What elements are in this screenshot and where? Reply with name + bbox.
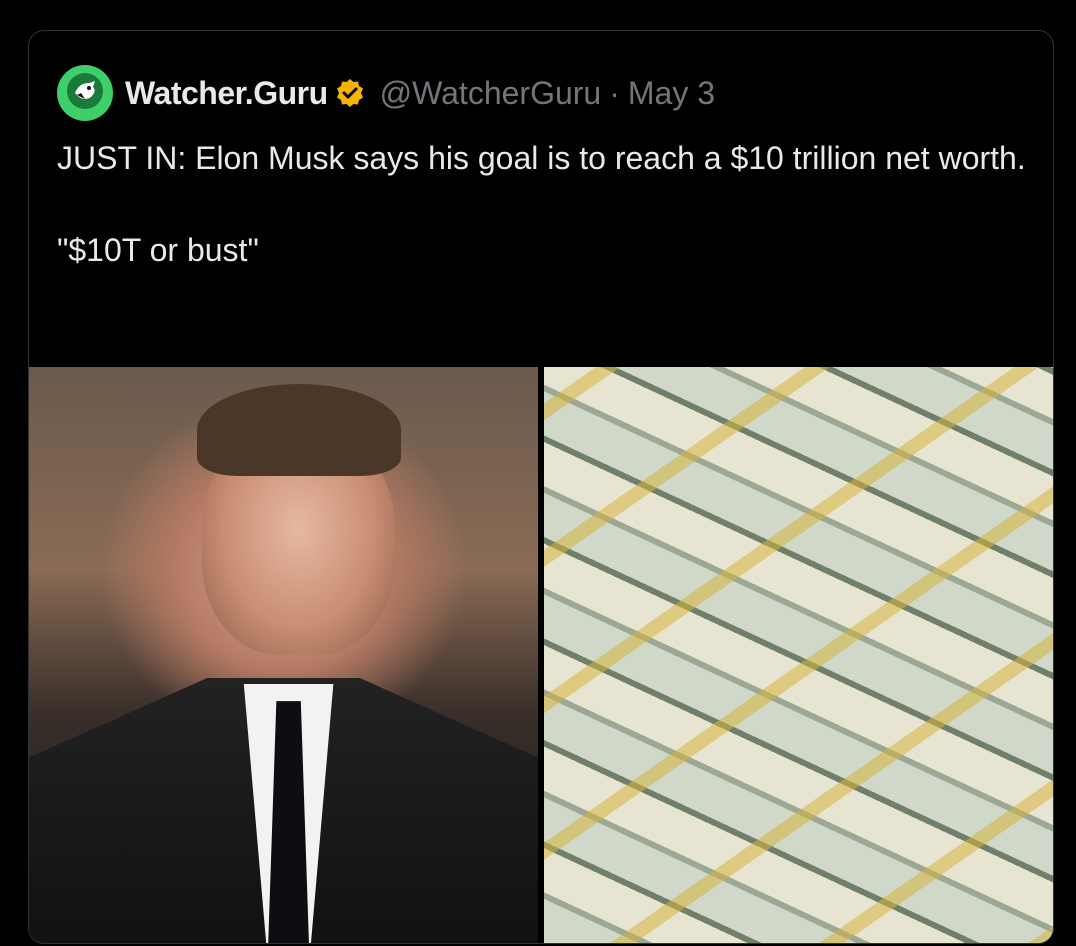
avatar[interactable] xyxy=(57,65,113,121)
user-handle[interactable]: @WatcherGuru xyxy=(380,75,602,112)
tweet-card[interactable]: Watcher.Guru @WatcherGuru · May 3 JUST I… xyxy=(28,30,1054,944)
money-bands xyxy=(544,367,1053,943)
media-photo-person[interactable] xyxy=(29,367,538,943)
tweet-media[interactable] xyxy=(29,367,1053,943)
tweet-text: JUST IN: Elon Musk says his goal is to r… xyxy=(57,140,1026,268)
tweet-header: Watcher.Guru @WatcherGuru · May 3 xyxy=(57,65,715,121)
verified-badge-icon xyxy=(334,77,366,109)
hair-shape xyxy=(196,384,401,477)
dog-logo-icon xyxy=(65,71,105,116)
display-name[interactable]: Watcher.Guru xyxy=(125,75,328,112)
separator-dot: · xyxy=(609,74,620,111)
media-photo-cash[interactable] xyxy=(544,367,1053,943)
tweet-date[interactable]: May 3 xyxy=(628,75,715,112)
